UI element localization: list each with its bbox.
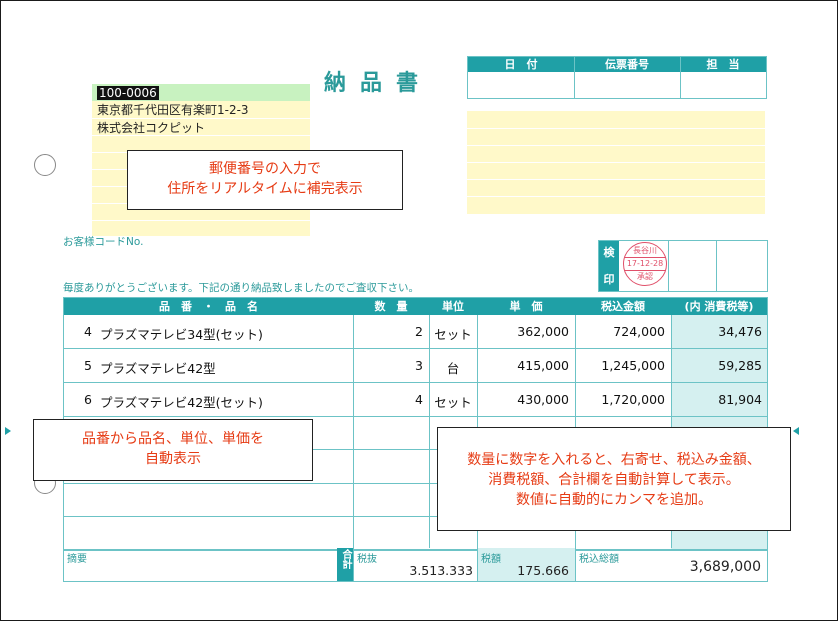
row-total: 1,720,000 [601, 392, 665, 407]
row-tax: 34,476 [718, 324, 762, 339]
table-row[interactable]: 4 プラズマテレビ34型(セット) 2 セット 362,000 724,000 … [64, 315, 767, 348]
date-field[interactable] [468, 73, 574, 98]
table-row[interactable]: 5 プラズマテレビ42型 3 台 415,000 1,245,000 59,28… [64, 349, 767, 382]
slip-number-field[interactable] [575, 73, 680, 98]
column-header-unit: 単位 [442, 300, 464, 313]
header-staff-label: 担 当 [706, 58, 740, 71]
column-header-qty: 数 量 [374, 300, 408, 313]
header-slip-number-label: 伝票番号 [605, 58, 649, 71]
row-total: 724,000 [613, 324, 665, 339]
quantity-input[interactable]: 3 [353, 358, 423, 373]
row-number: 4 [84, 324, 92, 339]
row-number: 6 [84, 392, 92, 407]
punch-hole-top [34, 154, 56, 176]
row-tax: 81,904 [718, 392, 762, 407]
pretax-total: 3.513.333 [409, 563, 473, 578]
callout-line: 郵便番号の入力で [209, 161, 321, 177]
approval-stamp: 長谷川 17-12-28 承認 [623, 242, 667, 286]
callout-line: 数量に数字を入れると、右寄せ、税込み金額、 [467, 452, 761, 468]
stamp-date: 17-12-28 [624, 257, 666, 271]
callout-line: 品番から品名、単位、単価を [82, 431, 264, 447]
unit-price[interactable]: 415,000 [477, 358, 569, 373]
customer-code-label: お客様コードNo. [63, 236, 144, 248]
grand-total: 3,689,000 [689, 559, 761, 575]
row-number: 5 [84, 358, 92, 373]
unit-value[interactable]: セット [429, 392, 477, 411]
delivery-slip: 納品書 日 付 伝票番号 担 当 100-0006 東京都千代田区有楽町1-2-… [0, 0, 838, 621]
column-header-item: 品 番 ・ 品 名 [159, 300, 258, 313]
unit-price[interactable]: 430,000 [477, 392, 569, 407]
product-name[interactable]: プラズマテレビ42型 [100, 358, 216, 377]
unit-value[interactable]: セット [429, 324, 477, 343]
quantity-input[interactable]: 4 [353, 392, 423, 407]
right-marker-icon [793, 427, 799, 435]
product-autofill-callout: 品番から品名、単位、単価を 自動表示 [33, 419, 313, 481]
inspection-label-top: 検 [603, 246, 615, 259]
column-header-tax: (内 消費税等) [684, 300, 754, 313]
address-line1[interactable]: 東京都千代田区有楽町1-2-3 [97, 103, 249, 118]
unit-price[interactable]: 362,000 [477, 324, 569, 339]
staff-field[interactable] [681, 73, 766, 98]
inspection-label-bottom: 印 [603, 273, 615, 286]
table-row[interactable]: 6 プラズマテレビ42型(セット) 4 セット 430,000 1,720,00… [64, 383, 767, 416]
stamp-note: 承認 [637, 272, 653, 281]
sum-label: 合計 [340, 549, 351, 569]
auto-calc-callout: 数量に数字を入れると、右寄せ、税込み金額、 消費税額、合計欄を自動計算して表示。… [437, 427, 791, 531]
postal-code-input[interactable]: 100-0006 [97, 86, 159, 100]
recipient-info-block[interactable] [467, 111, 765, 214]
callout-line: 消費税額、合計欄を自動計算して表示。 [488, 472, 740, 488]
quantity-input[interactable]: 2 [353, 324, 423, 339]
tax-total: 175.666 [517, 563, 569, 578]
stamp-name: 長谷川 [633, 246, 657, 255]
column-header-price: 単 価 [509, 300, 543, 313]
column-header-total: 税込金額 [601, 300, 645, 313]
left-marker-icon [5, 427, 11, 435]
callout-line: 数値に自動的にカンマを追加。 [516, 492, 712, 508]
inspection-box: 検 印 長谷川 17-12-28 承認 [598, 240, 768, 292]
totals-row: 摘要 合計 税抜 3.513.333 税額 175.666 税込総額 3,689… [63, 548, 768, 582]
callout-line: 住所をリアルタイムに補完表示 [167, 181, 363, 197]
page-title: 納品書 [324, 71, 433, 96]
thanks-message: 毎度ありがとうございます。下記の通り納品致しましたのでご査収下さい。 [63, 282, 419, 294]
address-autocomplete-callout: 郵便番号の入力で 住所をリアルタイムに補完表示 [127, 150, 403, 210]
product-name[interactable]: プラズマテレビ42型(セット) [100, 392, 263, 411]
callout-line: 自動表示 [145, 451, 201, 467]
header-table: 日 付 伝票番号 担 当 [467, 56, 767, 99]
unit-value[interactable]: 台 [429, 358, 477, 377]
row-tax: 59,285 [718, 358, 762, 373]
memo-label: 摘要 [67, 554, 87, 565]
address-company[interactable]: 株式会社コクピット [97, 121, 205, 136]
header-date-label: 日 付 [504, 58, 538, 71]
product-name[interactable]: プラズマテレビ34型(セット) [100, 324, 263, 343]
row-total: 1,245,000 [601, 358, 665, 373]
